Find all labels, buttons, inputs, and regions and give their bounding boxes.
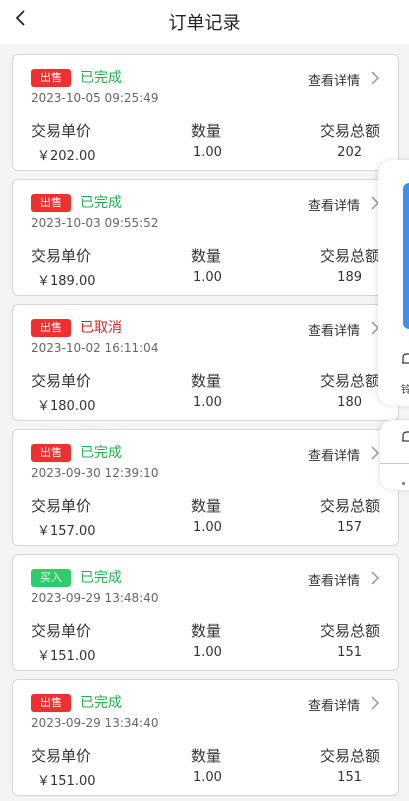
order-datetime: 2023-10-02 16:11:04 bbox=[31, 341, 159, 355]
unit-price-value: ￥180.00 bbox=[37, 399, 96, 414]
view-details-link[interactable]: 查看详情 bbox=[308, 570, 360, 589]
quantity-label: 数量 bbox=[191, 372, 222, 390]
order-status: 已完成 bbox=[80, 70, 122, 86]
unit-price-label: 交易单价 bbox=[31, 747, 92, 765]
unit-price-value: ￥151.00 bbox=[37, 774, 96, 789]
more-dot-icon[interactable] bbox=[402, 482, 405, 485]
quantity-label: 数量 bbox=[191, 247, 222, 265]
total-label: 交易总额 bbox=[319, 247, 380, 265]
order-type-badge: 出售 bbox=[31, 444, 71, 462]
floating-widget-label: 铃 bbox=[401, 385, 409, 396]
page-title: 订单记录 bbox=[168, 13, 241, 34]
quantity-value: 1.00 bbox=[193, 145, 222, 160]
quantity-value: 1.00 bbox=[193, 770, 222, 785]
order-datetime: 2023-10-05 09:25:49 bbox=[31, 91, 159, 105]
total-value: 202 bbox=[337, 145, 362, 160]
total-value: 189 bbox=[337, 270, 362, 285]
order-status: 已完成 bbox=[80, 695, 122, 711]
order-datetime: 2023-10-03 09:55:52 bbox=[31, 216, 159, 230]
total-label: 交易总额 bbox=[319, 372, 380, 390]
top-nav-bar: 订单记录 bbox=[0, 0, 409, 44]
unit-price-value: ￥151.00 bbox=[37, 649, 96, 664]
quantity-value: 1.00 bbox=[193, 520, 222, 535]
quantity-label: 数量 bbox=[191, 497, 222, 515]
total-value: 180 bbox=[337, 395, 362, 410]
order-status: 已完成 bbox=[80, 445, 122, 461]
total-label: 交易总额 bbox=[319, 497, 380, 515]
quantity-value: 1.00 bbox=[193, 270, 222, 285]
order-status: 已完成 bbox=[80, 195, 122, 211]
chevron-right-icon[interactable] bbox=[368, 69, 382, 87]
order-status: 已完成 bbox=[80, 570, 122, 586]
order-records-page: 订单记录 出售 已完成 2023-10-05 09:25:49 查看详情 交易单… bbox=[0, 0, 409, 801]
chevron-right-icon[interactable] bbox=[368, 694, 382, 712]
quantity-label: 数量 bbox=[191, 122, 222, 140]
view-details-link[interactable]: 查看详情 bbox=[308, 195, 360, 214]
bell-icon[interactable] bbox=[401, 430, 409, 444]
order-card[interactable]: 出售 已完成 2023-10-03 09:55:52 查看详情 交易单价 数量 … bbox=[12, 179, 399, 296]
order-type-badge: 买入 bbox=[31, 569, 71, 587]
view-details-link[interactable]: 查看详情 bbox=[308, 320, 360, 339]
unit-price-label: 交易单价 bbox=[31, 497, 92, 515]
floating-banner[interactable] bbox=[403, 183, 409, 329]
order-type-badge: 出售 bbox=[31, 319, 71, 337]
total-label: 交易总额 bbox=[319, 122, 380, 140]
order-card[interactable]: 出售 已取消 2023-10-02 16:11:04 查看详情 交易单价 数量 … bbox=[12, 304, 399, 421]
unit-price-value: ￥202.00 bbox=[37, 149, 96, 164]
total-label: 交易总额 bbox=[319, 747, 380, 765]
order-datetime: 2023-09-29 13:34:40 bbox=[31, 716, 159, 730]
chevron-right-icon[interactable] bbox=[368, 569, 382, 587]
view-details-link[interactable]: 查看详情 bbox=[308, 70, 360, 89]
order-card[interactable]: 出售 已完成 2023-09-30 12:39:10 查看详情 交易单价 数量 … bbox=[12, 429, 399, 546]
unit-price-label: 交易单价 bbox=[31, 372, 92, 390]
unit-price-value: ￥157.00 bbox=[37, 524, 96, 539]
quantity-value: 1.00 bbox=[193, 395, 222, 410]
unit-price-label: 交易单价 bbox=[31, 622, 92, 640]
total-label: 交易总额 bbox=[319, 622, 380, 640]
total-value: 157 bbox=[337, 520, 362, 535]
order-card[interactable]: 出售 已完成 2023-09-29 13:34:40 查看详情 交易单价 数量 … bbox=[12, 679, 399, 796]
order-type-badge: 出售 bbox=[31, 69, 71, 87]
bell-icon[interactable] bbox=[401, 352, 409, 366]
quantity-label: 数量 bbox=[191, 622, 222, 640]
widget-divider bbox=[380, 463, 409, 464]
order-datetime: 2023-09-29 13:48:40 bbox=[31, 591, 159, 605]
view-details-link[interactable]: 查看详情 bbox=[308, 445, 360, 464]
total-value: 151 bbox=[337, 645, 362, 660]
order-type-badge: 出售 bbox=[31, 694, 71, 712]
order-status: 已取消 bbox=[80, 320, 122, 336]
quantity-label: 数量 bbox=[191, 747, 222, 765]
order-card[interactable]: 出售 已完成 2023-10-05 09:25:49 查看详情 交易单价 数量 … bbox=[12, 54, 399, 171]
total-value: 151 bbox=[337, 770, 362, 785]
order-datetime: 2023-09-30 12:39:10 bbox=[31, 466, 159, 480]
order-type-badge: 出售 bbox=[31, 194, 71, 212]
unit-price-label: 交易单价 bbox=[31, 122, 92, 140]
quantity-value: 1.00 bbox=[193, 645, 222, 660]
view-details-link[interactable]: 查看详情 bbox=[308, 695, 360, 714]
unit-price-value: ￥189.00 bbox=[37, 274, 96, 289]
unit-price-label: 交易单价 bbox=[31, 247, 92, 265]
order-card[interactable]: 买入 已完成 2023-09-29 13:48:40 查看详情 交易单价 数量 … bbox=[12, 554, 399, 671]
